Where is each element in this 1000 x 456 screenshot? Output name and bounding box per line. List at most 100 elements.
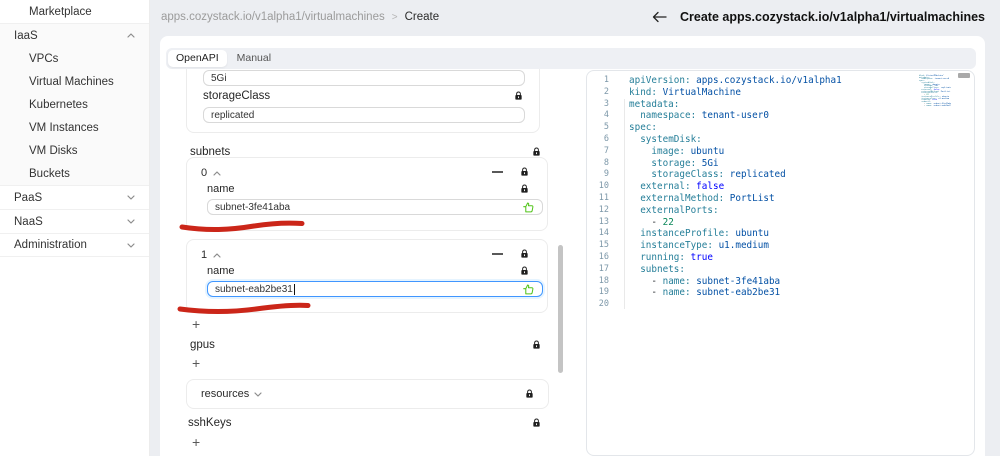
code-line: - 22 <box>629 216 674 228</box>
code-line: running: true <box>640 251 713 263</box>
form-scrollbar-thumb[interactable] <box>558 245 563 373</box>
lock-icon[interactable] <box>532 340 541 350</box>
yaml-editor[interactable]: 1 2 3 4 5 6 7 8 9 10 11 12 13 14 15 16 17 18 19 20 apiVersi… <box>586 70 975 456</box>
sidebar-item-iaas[interactable]: IaaS <box>0 23 149 47</box>
add-gpu-button[interactable]: + <box>192 356 200 370</box>
line-number: 6 <box>603 133 609 144</box>
subnet-item-1-index: 1 <box>201 249 208 261</box>
main-content-card: OpenAPI Manual 5Gi storageClass replicat… <box>160 36 985 456</box>
lock-icon[interactable] <box>520 167 529 177</box>
editor-minimap[interactable]: apiVersion: apps.cozystack.io/v1alpha1ki… <box>919 74 951 116</box>
editor-scrollbar-thumb[interactable] <box>958 73 970 78</box>
storage-size-input[interactable]: 5Gi <box>203 70 525 86</box>
code-line: storage: 5Gi <box>651 157 719 169</box>
subnet-0-name-input[interactable]: subnet-3fe41aba <box>207 199 543 215</box>
resources-label: resources <box>201 388 250 400</box>
back-arrow-icon[interactable] <box>652 11 667 23</box>
lock-icon[interactable] <box>520 249 529 259</box>
sidebar-item-label: VPCs <box>29 52 59 65</box>
storage-class-value: replicated <box>211 109 255 121</box>
subnet-0-name-label: name <box>207 183 235 195</box>
thumbs-up-icon <box>522 201 535 214</box>
editor-code[interactable]: apiVersion: apps.cozystack.io/v1alpha1 ki… <box>629 75 842 311</box>
thumbs-up-icon <box>522 283 535 296</box>
sidebar-item-virtual-machines[interactable]: Virtual Machines <box>0 70 149 93</box>
add-subnet-button[interactable]: + <box>192 317 200 331</box>
line-number: 11 <box>598 192 609 203</box>
subnet-item-1-card: 1 name subnet-eab2be31 <box>186 239 548 313</box>
code-line: instanceType: u1.medium <box>640 240 769 252</box>
sidebar-item-naas[interactable]: NaaS <box>0 209 149 233</box>
page-header: Create apps.cozystack.io/v1alpha1/virtua… <box>652 0 985 34</box>
chevron-down-icon <box>127 242 135 248</box>
line-number: 17 <box>598 263 609 274</box>
chevron-up-icon <box>127 33 135 38</box>
lock-icon[interactable] <box>514 91 523 101</box>
sidebar-item-buckets[interactable]: Buckets <box>0 162 149 185</box>
code-line: - name: subnet-eab2be31 <box>629 287 781 299</box>
line-number: 3 <box>603 98 609 109</box>
gpus-label: gpus <box>190 339 215 351</box>
code-line: apiVersion: apps.cozystack.io/v1alpha1 <box>629 75 842 86</box>
code-line: externalMethod: PortList <box>640 192 775 204</box>
storage-class-input[interactable]: replicated <box>203 107 525 123</box>
lock-icon[interactable] <box>520 266 529 276</box>
line-number: 2 <box>603 86 609 97</box>
sidebar-item-label: Marketplace <box>29 5 92 18</box>
lock-icon[interactable] <box>525 389 534 399</box>
code-line: instanceProfile: ubuntu <box>640 228 769 240</box>
sidebar-item-label: Kubernetes <box>29 98 88 111</box>
code-line: image: ubuntu <box>651 145 725 157</box>
subnet-1-name-label: name <box>207 265 235 277</box>
sidebar-item-kubernetes[interactable]: Kubernetes <box>0 93 149 116</box>
remove-item-icon[interactable] <box>492 253 503 255</box>
subnet-1-name-input[interactable]: subnet-eab2be31 <box>207 281 543 297</box>
chevron-up-icon <box>213 252 221 258</box>
sidebar: Marketplace IaaS VPCs Virtual Machines Kuber… <box>0 0 150 456</box>
sidebar-item-label: VM Instances <box>29 121 99 134</box>
breadcrumb-separator: > <box>391 11 398 23</box>
sidebar-item-label: Buckets <box>29 167 70 180</box>
add-ssh-key-button[interactable]: + <box>192 435 200 449</box>
code-line: spec: <box>629 122 657 134</box>
sidebar-item-marketplace[interactable]: Marketplace <box>0 0 149 23</box>
text-cursor <box>293 283 295 295</box>
subnet-0-name-value: subnet-3fe41aba <box>215 201 291 213</box>
resources-card[interactable]: resources <box>186 379 549 409</box>
line-number: 1 <box>603 75 609 85</box>
subnet-1-name-value: subnet-eab2be31 <box>215 283 293 295</box>
sidebar-item-label: Administration <box>14 239 87 251</box>
system-disk-card: 5Gi storageClass replicated <box>186 69 540 133</box>
line-number: 5 <box>603 122 609 133</box>
tab-openapi[interactable]: OpenAPI <box>168 50 227 67</box>
subnet-item-1-header[interactable]: 1 <box>201 249 221 261</box>
lock-icon[interactable] <box>520 184 529 194</box>
line-number: 12 <box>598 204 609 215</box>
sidebar-item-label: VM Disks <box>29 144 78 157</box>
line-number: 16 <box>598 251 609 262</box>
sidebar-item-vm-disks[interactable]: VM Disks <box>0 139 149 162</box>
subnet-item-0-header[interactable]: 0 <box>201 167 221 179</box>
remove-item-icon[interactable] <box>492 171 503 173</box>
chevron-down-icon <box>127 219 135 224</box>
sidebar-item-administration[interactable]: Administration <box>0 233 149 257</box>
sidebar-item-vpcs[interactable]: VPCs <box>0 47 149 70</box>
breadcrumb: apps.cozystack.io/v1alpha1/virtualmachin… <box>161 0 439 34</box>
line-number: 7 <box>603 145 609 156</box>
page-title: Create apps.cozystack.io/v1alpha1/virtua… <box>680 10 985 24</box>
tab-manual[interactable]: Manual <box>229 50 279 67</box>
sidebar-item-paas[interactable]: PaaS <box>0 185 149 209</box>
storage-size-value: 5Gi <box>211 72 227 84</box>
sidebar-item-label: PaaS <box>14 191 43 204</box>
chevron-down-icon <box>127 195 135 200</box>
line-number: 8 <box>603 157 609 168</box>
lock-icon[interactable] <box>532 418 541 428</box>
line-number: 18 <box>598 275 609 286</box>
line-number: 15 <box>598 240 609 251</box>
line-number: 10 <box>598 181 609 192</box>
lock-icon[interactable] <box>532 147 541 157</box>
breadcrumb-root-link[interactable]: apps.cozystack.io/v1alpha1/virtualmachin… <box>161 11 385 23</box>
sidebar-item-vm-instances[interactable]: VM Instances <box>0 116 149 139</box>
code-line: namespace: tenant-user0 <box>640 110 769 122</box>
